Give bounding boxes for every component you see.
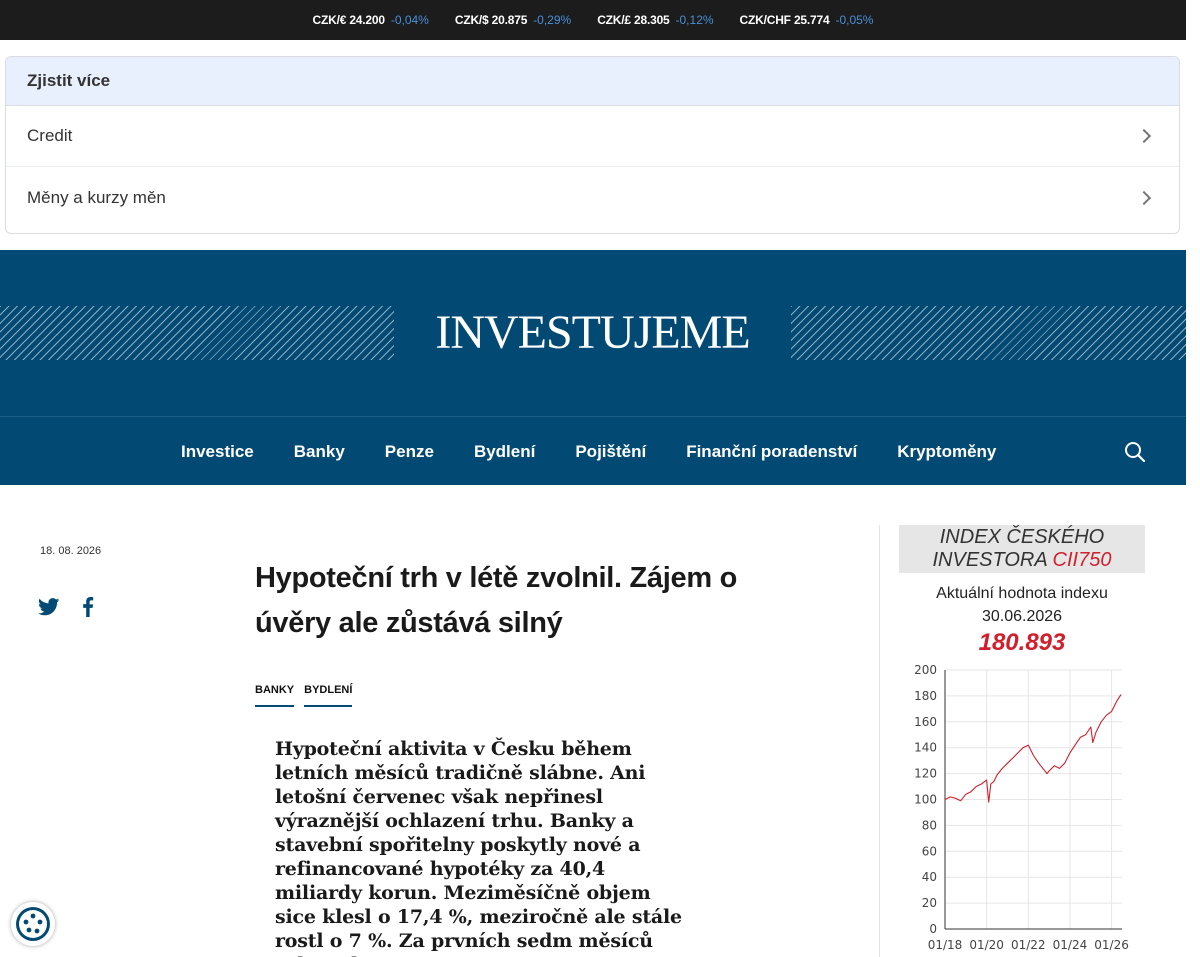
ticker-item[interactable]: CZK/CHF 25.774 -0,05% [740,13,874,27]
site-logo[interactable]: INVESTUJEME [394,300,791,366]
facebook-icon[interactable] [82,597,94,617]
search-icon[interactable] [1124,441,1146,463]
ticker-change: -0,04% [390,13,429,27]
chart-y-tick-label: 20 [922,896,937,910]
chart-x-tick-label: 01/26 [1094,938,1129,952]
index-subtitle-block: Aktuální hodnota indexu 30.06.2026 [899,582,1145,628]
cookie-settings-button[interactable] [11,902,55,946]
learn-more-item-currencies[interactable]: Měny a kurzy měn [6,167,1179,228]
tag-bydleni[interactable]: BYDLENÍ [304,684,353,707]
chart-y-tick-label: 120 [914,767,937,781]
index-subtitle: Aktuální hodnota indexu [936,585,1108,602]
chart-y-tick-label: 140 [914,741,937,755]
chart-y-tick-label: 80 [922,818,937,832]
currency-ticker: CZK/€ 24.200 -0,04% CZK/$ 20.875 -0,29% CZ… [0,0,1186,40]
learn-more-item-label: Měny a kurzy měn [27,187,166,207]
chart-series-line [944,694,1122,803]
learn-more-item-label: Credit [27,126,73,145]
nav-item-bydleni[interactable]: Bydlení [474,442,535,462]
chart-x-tick-label: 01/24 [1053,938,1088,952]
share-buttons [38,597,94,617]
ticker-item[interactable]: CZK/$ 20.875 -0,29% [455,13,571,27]
ticker-change: -0,05% [835,13,874,27]
index-date: 30.06.2026 [981,608,1063,625]
nav-item-investice[interactable]: Investice [181,442,254,462]
nav-item-financni-poradenstvi[interactable]: Finanční poradenství [686,442,857,462]
ticker-pair: CZK/CHF 25.774 [739,13,830,27]
chart-x-tick-label: 01/22 [1011,938,1046,952]
chevron-right-icon [1136,190,1152,205]
learn-more-title: Zjistit více [6,57,1179,106]
main-nav: Investice Banky Penze Bydlení Pojištění … [0,416,1186,485]
tag-banky[interactable]: BANKY [255,684,295,707]
chart-y-tick-label: 200 [914,663,937,677]
masthead: INVESTUJEME [0,250,1186,416]
article-lead: Hypoteční aktivita v Česku během letních… [275,738,682,957]
chart-y-tick-label: 100 [914,793,937,807]
nav-item-penze[interactable]: Penze [385,442,434,462]
ticker-item[interactable]: CZK/€ 24.200 -0,04% [313,13,429,27]
nav-item-banky[interactable]: Banky [294,442,345,462]
ticker-pair: CZK/€ 24.200 [312,13,386,27]
chart-y-tick-label: 0 [929,922,937,936]
chart-y-tick-label: 180 [914,689,937,703]
ticker-pair: CZK/£ 28.305 [597,13,670,27]
sidebar-divider [879,525,880,957]
ticker-change: -0,12% [675,13,714,27]
index-title-box: INDEX ČESKÉHO INVESTORA CII750 [899,525,1145,573]
nav-item-kryptomeny[interactable]: Kryptoměny [897,442,996,462]
cookie-icon [16,907,50,941]
twitter-icon[interactable] [38,598,60,616]
chart-y-tick-label: 60 [922,844,937,858]
decorative-stripes [791,306,1186,360]
ticker-change: -0,29% [533,13,572,27]
article-title: Hypoteční trh v létě zvolnil. Zájem o úv… [255,562,737,639]
index-code: CII750 [1052,549,1112,571]
chevron-right-icon [1136,128,1152,144]
chart-y-tick-label: 160 [914,715,937,729]
chart-x-tick-label: 01/20 [969,938,1004,952]
index-value: 180.893 [978,629,1066,656]
article-tags: BANKY BYDLENÍ [255,684,353,707]
page: CZK/€ 24.200 -0,04% CZK/$ 20.875 -0,29% CZ… [0,0,1200,957]
learn-more-panel: Zjistit více Credit Měny a kurzy měn [5,56,1180,234]
chart-x-tick-label: 01/18 [928,938,963,952]
article-date: 18. 08. 2026 [40,545,102,557]
learn-more-item-credit[interactable]: Credit [6,106,1179,167]
ticker-pair: CZK/$ 20.875 [454,13,528,27]
chart-y-tick-label: 40 [922,870,937,884]
ticker-item[interactable]: CZK/£ 28.305 -0,12% [597,13,713,27]
nav-item-pojisteni[interactable]: Pojištění [575,442,646,462]
decorative-stripes [0,306,394,360]
index-chart: 0 20 40 60 80 100 120 140 160 180 200 01/18 01/20 01/… [914,663,1129,952]
